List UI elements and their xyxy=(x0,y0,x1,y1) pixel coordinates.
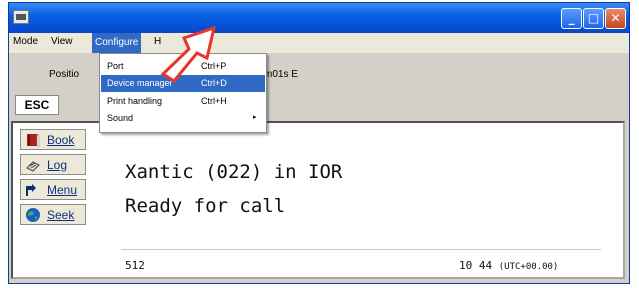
status-timezone: (UTC+00.00) xyxy=(498,262,559,272)
print-handling-shortcut: Ctrl+H xyxy=(201,96,227,106)
dropdown-item-port[interactable]: Port Ctrl+P xyxy=(101,58,265,75)
book-label: Book xyxy=(47,133,75,147)
menu-help[interactable]: H xyxy=(154,36,161,47)
position-label: Positio xyxy=(49,69,80,80)
menu-view[interactable]: View xyxy=(51,36,73,47)
log-icon xyxy=(26,161,40,172)
print-handling-label: Print handling xyxy=(107,96,163,106)
status-divider xyxy=(121,249,601,250)
menu-mode[interactable]: Mode xyxy=(13,36,38,47)
seek-button[interactable]: Seek xyxy=(20,204,86,225)
position-value: m01s E xyxy=(264,69,298,80)
app-icon[interactable] xyxy=(13,10,29,24)
menu-label: Menu xyxy=(47,183,78,197)
status-code: 512 xyxy=(125,259,145,272)
book-button[interactable]: Book xyxy=(20,129,86,150)
status-time: 10 44 xyxy=(459,259,493,272)
device-manager-shortcut: Ctrl+D xyxy=(201,78,227,88)
menu-icon xyxy=(26,184,36,196)
maximize-button[interactable]: □ xyxy=(583,8,604,29)
menu-bar: Mode View Configure H xyxy=(9,33,629,53)
dropdown-item-print-handling[interactable]: Print handling Ctrl+H xyxy=(101,93,265,110)
application-window: _ □ ✕ Mode View Configure H Positio m01s… xyxy=(8,2,630,284)
status-clock: 10 44 (UTC+00.00) xyxy=(459,259,558,272)
display-line-2: Ready for call xyxy=(125,195,286,217)
close-button[interactable]: ✕ xyxy=(605,8,626,29)
port-shortcut: Ctrl+P xyxy=(201,61,227,71)
submenu-arrow-icon: ▸ xyxy=(253,114,257,121)
globe-icon xyxy=(26,208,40,222)
seek-label: Seek xyxy=(47,208,75,222)
dropdown-item-sound[interactable]: Sound ▸ xyxy=(101,110,265,127)
log-label: Log xyxy=(47,158,68,172)
book-icon xyxy=(27,134,40,147)
display-line-1: Xantic (022) in IOR xyxy=(125,161,343,183)
menu-configure[interactable]: Configure xyxy=(92,33,142,53)
minimize-button[interactable]: _ xyxy=(561,8,582,29)
title-bar[interactable]: _ □ ✕ xyxy=(9,3,629,33)
configure-dropdown: Port Ctrl+P Device manager Ctrl+D Print … xyxy=(99,53,267,133)
port-label: Port xyxy=(107,61,124,71)
device-manager-label: Device manager xyxy=(107,78,173,88)
menu-button[interactable]: Menu xyxy=(20,179,86,200)
esc-button[interactable]: ESC xyxy=(15,95,59,115)
log-button[interactable]: Log xyxy=(20,154,86,175)
sound-label: Sound xyxy=(107,113,134,123)
main-panel: Book Log Menu Seek Xantic (022) in IOR R… xyxy=(11,121,625,279)
dropdown-item-device-manager[interactable]: Device manager Ctrl+D xyxy=(101,75,265,92)
